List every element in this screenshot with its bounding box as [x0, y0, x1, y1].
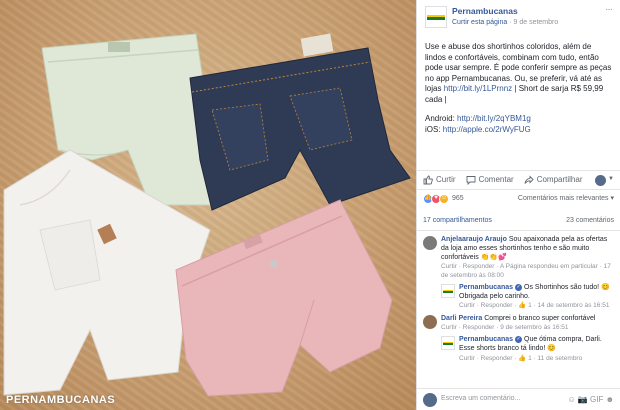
more-options-icon[interactable]: ···: [605, 4, 613, 17]
share-icon: [524, 175, 534, 184]
comment-label: Comentar: [478, 175, 514, 184]
app-links: Android: http://bit.ly/2qYBM1g iOS: http…: [425, 114, 612, 135]
composer-icons[interactable]: ☺ 📷 GIF ☻: [567, 395, 614, 405]
ios-link[interactable]: http://apple.co/2rWyFUG: [443, 125, 531, 134]
user-avatar: [423, 392, 437, 407]
commenter-name[interactable]: Darli Pereira: [441, 315, 482, 322]
private-reply-note: A Página respondeu em particular: [499, 263, 598, 271]
post-text: Use e abuse dos shortinhos coloridos, al…: [417, 32, 620, 135]
reactions-summary[interactable]: 👍 ♥ ☺ 965 Comentários mais relevantes ▾: [423, 194, 614, 204]
like-button[interactable]: Curtir: [423, 175, 456, 185]
android-link[interactable]: http://bit.ly/2qYBM1g: [457, 114, 531, 123]
comment-meta[interactable]: Curtir · Responder · 9 de setembro às 16…: [441, 324, 614, 332]
post-date[interactable]: 9 de setembro: [514, 19, 559, 26]
replier-name[interactable]: Pernambucanas: [459, 336, 513, 343]
reply-meta[interactable]: Curtir · Responder · 👍 1 · 14 de setembr…: [459, 302, 614, 310]
shares-count-link[interactable]: 17 compartilhamentos: [423, 217, 492, 230]
share-button[interactable]: Compartilhar: [524, 175, 583, 185]
verified-badge-icon: ✓: [515, 336, 523, 344]
reply-body: Pernambucanas ✓ Que ótima compra, Darli.…: [459, 335, 614, 363]
logo-mark: [443, 341, 453, 345]
post-subline: Curtir esta página · 9 de setembro: [452, 19, 605, 28]
page-reply-avatar[interactable]: [441, 336, 455, 351]
post-panel: Pernambucanas Curtir esta página · 9 de …: [416, 0, 620, 410]
post-photo[interactable]: PERNAMBUCANAS: [0, 0, 416, 410]
comment-body: Darli Pereira Comprei o branco super con…: [441, 314, 614, 333]
comment-meta: Curtir · Responder · A Página respondeu …: [441, 263, 614, 280]
avatar[interactable]: [423, 314, 437, 329]
comment-body: Anjelaaraujo Araujo Sou apaixonada pela …: [441, 235, 614, 280]
like-label: Curtir: [436, 175, 456, 184]
user-avatar: [595, 174, 607, 186]
post-paragraph: Use e abuse dos shortinhos coloridos, al…: [425, 42, 612, 105]
chevron-down-icon: ▼: [608, 176, 614, 183]
comment-text: Comprei o branco super confortável: [484, 314, 596, 322]
comments-list: Anjelaaraujo Araujo Sou apaixonada pela …: [417, 235, 620, 366]
comment-actions[interactable]: Curtir · Responder ·: [441, 263, 500, 270]
share-label: Compartilhar: [536, 175, 583, 184]
reply-item: Pernambucanas ✓ Os Shortinhos são tudo! …: [417, 283, 620, 311]
ios-label: iOS:: [425, 124, 441, 134]
comment-button[interactable]: Comentar: [466, 175, 514, 185]
logo-mark: [427, 14, 445, 20]
comment-input[interactable]: Escreva um comentário...: [441, 395, 567, 404]
page-reply-avatar[interactable]: [441, 284, 455, 299]
verified-badge-icon: ✓: [515, 284, 523, 292]
brand-watermark: PERNAMBUCANAS: [6, 394, 116, 406]
post-header-text: Pernambucanas Curtir esta página · 9 de …: [452, 6, 605, 27]
page-avatar[interactable]: [425, 6, 447, 28]
comment-composer: Escreva um comentário... ☺ 📷 GIF ☻: [417, 388, 620, 410]
shorts-illustration: [3, 33, 411, 397]
store-link[interactable]: http://bit.ly/1LPrnnz: [444, 84, 512, 93]
post-as-selector[interactable]: ▼: [595, 174, 614, 186]
reply-meta[interactable]: Curtir · Responder · 👍 1 · 11 de setembr…: [459, 355, 614, 363]
reaction-count: 965: [452, 194, 464, 202]
thumbs-up-icon: [423, 175, 433, 185]
reply-body: Pernambucanas ✓ Os Shortinhos são tudo! …: [459, 283, 614, 311]
post-header: Pernambucanas Curtir esta página · 9 de …: [417, 0, 620, 32]
android-label: Android:: [425, 114, 455, 124]
replier-name[interactable]: Pernambucanas: [459, 284, 513, 291]
reply-item: Pernambucanas ✓ Que ótima compra, Darli.…: [417, 335, 620, 363]
action-bar: Curtir Comentar Compartilhar ▼: [417, 170, 620, 190]
comment-icon: [466, 176, 476, 185]
post-stats: 17 compartilhamentos 23 comentários: [417, 217, 620, 231]
comment-item: Anjelaaraujo Araujo Sou apaixonada pela …: [417, 235, 620, 280]
wow-reaction-icon: ☺: [439, 194, 449, 204]
page-name-link[interactable]: Pernambucanas: [452, 6, 605, 17]
denim-shorts: [189, 33, 411, 211]
comment-sort-dropdown[interactable]: Comentários mais relevantes ▾: [518, 195, 614, 204]
avatar[interactable]: [423, 236, 437, 250]
facebook-photo-viewer: PERNAMBUCANAS Pernambucanas Curtir esta …: [0, 0, 620, 410]
like-page-link[interactable]: Curtir esta página: [452, 19, 507, 26]
commenter-name[interactable]: Anjelaaraujo Araujo: [441, 236, 507, 243]
comments-count[interactable]: 23 comentários: [566, 217, 614, 230]
comment-item: Darli Pereira Comprei o branco super con…: [417, 314, 620, 333]
logo-mark: [443, 289, 453, 293]
